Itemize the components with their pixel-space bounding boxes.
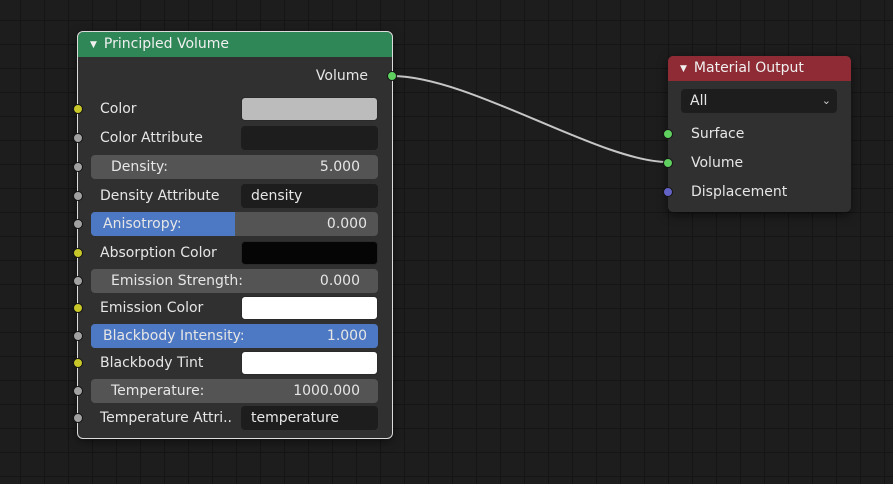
temperature-label: Temperature: [111,383,205,399]
label-temperature-attribute: Temperature Attri.. [100,410,232,426]
input-socket-blackbody-intensity[interactable] [73,331,83,341]
emission-strength-slider[interactable]: Emission Strength: 0.000 [91,269,378,293]
input-row-anisotropy: Anisotropy: 0.000 [73,211,392,237]
emission-strength-label: Emission Strength: [111,273,244,289]
input-socket-temperature-attribute[interactable] [73,413,83,423]
color-swatch[interactable] [241,97,378,121]
input-socket-absorption-color[interactable] [73,248,83,258]
collapse-triangle-icon[interactable]: ▼ [90,33,97,58]
input-row-color: Color [73,96,392,122]
anisotropy-label: Anisotropy: [103,216,182,232]
input-row-density: Density: 5.000 [73,154,392,180]
blackbody-intensity-slider[interactable]: Blackbody Intensity: 1.000 [91,324,378,348]
input-socket-color[interactable] [73,104,83,114]
density-attribute-field[interactable]: density [241,184,378,208]
density-label: Density: [111,159,168,175]
collapse-triangle-icon[interactable]: ▼ [680,57,687,82]
input-row-blackbody-tint: Blackbody Tint [73,350,392,376]
label-volume: Volume [691,155,744,171]
chevron-down-icon: ⌄ [821,94,831,107]
input-socket-density-attribute[interactable] [73,191,83,201]
output-row-volume: Volume [78,63,392,89]
input-socket-anisotropy[interactable] [73,219,83,229]
input-socket-volume[interactable] [663,158,673,168]
node-title: Material Output [693,60,804,76]
input-row-volume: Volume [663,150,851,176]
density-value: 5.000 [319,159,360,175]
label-absorption-color: Absorption Color [100,245,217,261]
input-row-temperature-attribute: Temperature Attri.. temperature [73,405,392,431]
input-row-emission-strength: Emission Strength: 0.000 [73,268,392,294]
label-blackbody-tint: Blackbody Tint [100,355,204,371]
input-row-blackbody-intensity: Blackbody Intensity: 1.000 [73,323,392,349]
input-socket-density[interactable] [73,162,83,172]
input-row-surface: Surface [663,121,851,147]
input-row-emission-color: Emission Color [73,295,392,321]
temperature-attribute-field[interactable]: temperature [241,406,378,430]
input-socket-displacement[interactable] [663,187,673,197]
blackbody-tint-swatch[interactable] [241,351,378,375]
input-row-temperature: Temperature: 1000.000 [73,378,392,404]
density-slider[interactable]: Density: 5.000 [91,155,378,179]
label-surface: Surface [691,126,745,142]
input-row-displacement: Displacement [663,179,851,205]
input-row-absorption-color: Absorption Color [73,240,392,266]
absorption-color-swatch[interactable] [241,241,378,265]
input-socket-emission-strength[interactable] [73,276,83,286]
temperature-slider[interactable]: Temperature: 1000.000 [91,379,378,403]
emission-strength-value: 0.000 [319,273,360,289]
input-row-density-attribute: Density Attribute density [73,183,392,209]
input-socket-temperature[interactable] [73,386,83,396]
input-socket-emission-color[interactable] [73,303,83,313]
principled-volume-header[interactable]: ▼ Principled Volume [78,32,392,57]
target-dropdown[interactable]: All ⌄ [681,89,837,113]
label-density-attribute: Density Attribute [100,188,220,204]
output-label-volume: Volume [315,68,368,84]
input-socket-blackbody-tint[interactable] [73,358,83,368]
material-output-header[interactable]: ▼ Material Output [668,56,851,81]
label-emission-color: Emission Color [100,300,204,316]
color-attribute-field[interactable] [241,126,378,150]
input-row-color-attribute: Color Attribute [73,125,392,151]
label-displacement: Displacement [691,184,788,200]
input-socket-surface[interactable] [663,129,673,139]
input-socket-color-attribute[interactable] [73,133,83,143]
principled-volume-node[interactable]: ▼ Principled Volume Volume Color Color At… [73,31,397,439]
blackbody-intensity-value: 1.000 [326,328,367,344]
material-output-node[interactable]: ▼ Material Output All ⌄ Surface Volume Di… [663,56,851,212]
anisotropy-value: 0.000 [326,216,367,232]
label-color-attribute: Color Attribute [100,130,203,146]
output-socket-volume[interactable] [387,71,397,81]
target-dropdown-value: All [690,93,708,109]
label-color: Color [100,101,137,117]
temperature-value: 1000.000 [293,383,360,399]
blackbody-intensity-label: Blackbody Intensity: [103,328,245,344]
anisotropy-slider[interactable]: Anisotropy: 0.000 [91,212,378,236]
emission-color-swatch[interactable] [241,296,378,320]
node-title: Principled Volume [103,36,230,52]
